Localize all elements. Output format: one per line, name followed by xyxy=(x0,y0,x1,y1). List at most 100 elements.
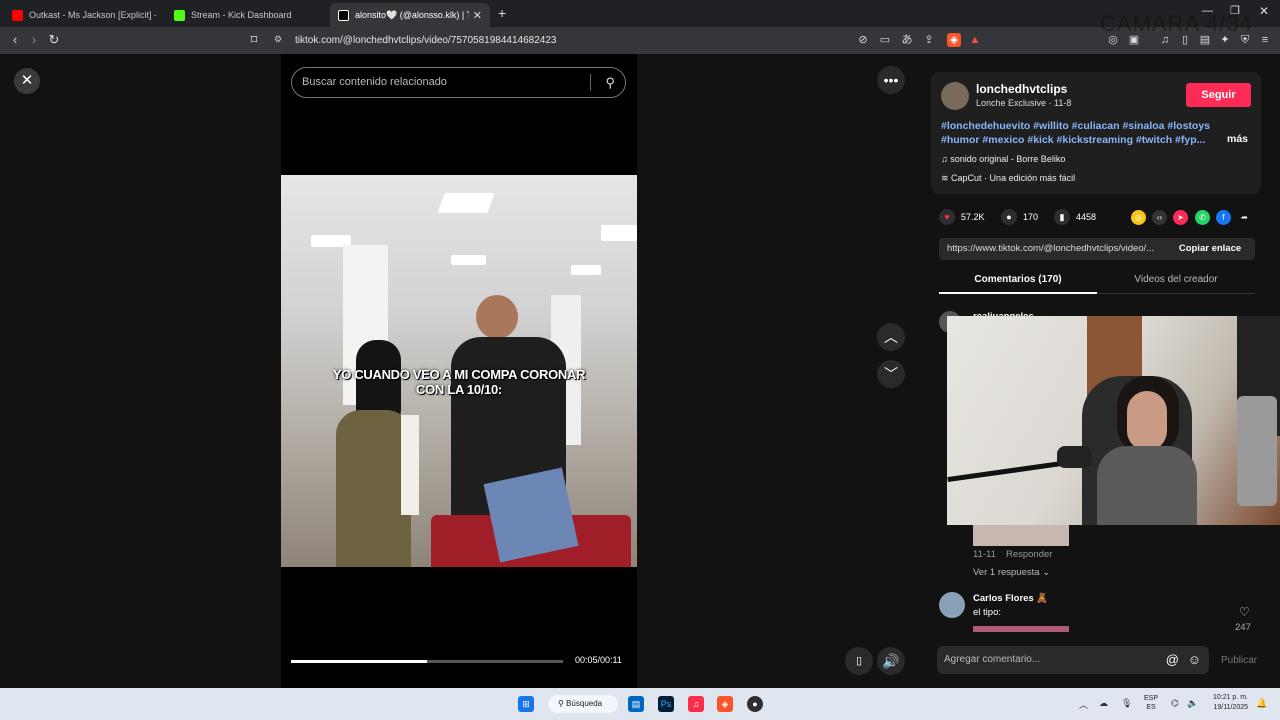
music-note-icon: ♫ xyxy=(941,154,951,164)
clock-time: 10:21 p. m. xyxy=(1212,694,1248,701)
clock[interactable]: 10:21 p. m. 19/11/2025 xyxy=(1204,693,1248,713)
cloud-icon[interactable]: ☁ xyxy=(1099,698,1108,709)
stream-overlay-label: CAMARA 4/34 xyxy=(1100,11,1253,36)
share-arrow-icon[interactable]: ➦ xyxy=(1237,210,1252,225)
chevron-up-icon[interactable]: ︿ xyxy=(1079,698,1088,711)
heart-outline-icon[interactable]: ♡ xyxy=(1239,605,1250,619)
forward-icon[interactable]: › xyxy=(26,32,42,48)
menu-icon[interactable]: ≡ xyxy=(1258,33,1272,47)
video-caption: YO CUANDO VEO A MI COMPA CORONAR CON LA … xyxy=(332,367,586,397)
comment-button[interactable]: ● 170 xyxy=(1001,209,1038,225)
kick-icon xyxy=(174,9,185,21)
reply-button[interactable]: Responder xyxy=(1006,549,1052,560)
browser-tab[interactable]: Stream - Kick Dashboard xyxy=(166,3,326,27)
webcam-overlay xyxy=(947,316,1280,525)
language-code: ESP xyxy=(1144,695,1159,702)
send-icon[interactable]: ➤ xyxy=(1173,210,1188,225)
comment-icon: ● xyxy=(1001,209,1017,225)
search-icon[interactable]: ⚲ xyxy=(605,68,615,97)
video-time: 00:05/00:11 xyxy=(575,655,622,665)
share-icon[interactable]: ⇪ xyxy=(922,33,936,47)
windows-start-icon[interactable]: ⊞ xyxy=(518,696,534,712)
comment-input[interactable]: Agregar comentario... @ ☺ xyxy=(937,646,1209,674)
mention-icon[interactable]: @ xyxy=(1166,646,1179,674)
comment-placeholder: Agregar comentario... xyxy=(944,654,1041,665)
brave-rewards-icon[interactable]: ▲ xyxy=(968,33,982,47)
youtube-icon xyxy=(12,9,23,21)
avatar[interactable] xyxy=(939,592,965,618)
tab-creator-videos[interactable]: Videos del creador xyxy=(1097,274,1255,285)
copy-link-button[interactable]: Copiar enlace xyxy=(1165,238,1255,260)
avatar[interactable] xyxy=(941,82,969,110)
close-tab-icon[interactable]: ✕ xyxy=(473,9,482,22)
copy-link-row: https://www.tiktok.com/@lonchedhvtclips/… xyxy=(939,238,1255,260)
clock-date: 19/11/2025 xyxy=(1213,704,1248,711)
progress-fill xyxy=(291,660,427,663)
chevron-down-icon[interactable]: ﹀ xyxy=(877,360,905,388)
see-replies-button[interactable]: Ver 1 respuesta ⌄ xyxy=(973,567,1050,578)
embed-icon[interactable]: ‹› xyxy=(1152,210,1167,225)
see-replies-label: Ver 1 respuesta xyxy=(973,567,1040,578)
taskbar-search[interactable]: ⚲ Búsqueda xyxy=(548,695,618,713)
keyboard-code: ES xyxy=(1146,704,1156,711)
obs-icon[interactable]: ● xyxy=(747,696,763,712)
like-button[interactable]: ♥ 57.2K xyxy=(939,209,985,225)
coin-icon[interactable]: ◎ xyxy=(1131,210,1146,225)
site-info-icon[interactable]: ⚙ xyxy=(274,34,282,45)
browser-tab-active[interactable]: alonsito🤍 (@alonsso.klk) | TikTok ✕ xyxy=(330,3,490,27)
creator-subtitle: Lonche Exclusive · 11-8 xyxy=(976,98,1072,108)
video-info-card: lonchedhvtclips Lonche Exclusive · 11-8 … xyxy=(931,72,1261,194)
save-count: 4458 xyxy=(1076,212,1097,222)
chevron-up-icon[interactable]: ︿ xyxy=(877,323,905,351)
more-button[interactable]: más xyxy=(1227,133,1248,145)
capcut-icon: ≋ xyxy=(941,173,952,183)
language-indicator[interactable]: ESP ES xyxy=(1144,694,1158,712)
video-hashtags[interactable]: #lonchedehuevito #willito #culiacan #sin… xyxy=(941,119,1219,147)
windows-taskbar: ⊞ ⚲ Búsqueda ▤ Ps ♫ ◈ ● ︿ ☁ 🎙 ESP ES ⌬ 🔈… xyxy=(0,688,1280,720)
video-link[interactable]: https://www.tiktok.com/@lonchedhvtclips/… xyxy=(947,243,1154,254)
music-app-icon[interactable]: ♫ xyxy=(688,696,704,712)
tracking-icon[interactable]: ⊘ xyxy=(856,33,870,47)
tab-comments[interactable]: Comentarios (170) xyxy=(939,274,1097,285)
save-button[interactable]: ▮ 4458 xyxy=(1054,209,1096,225)
photoshop-icon[interactable]: Ps xyxy=(658,696,674,712)
bookmark-icon[interactable]: ⌑ xyxy=(246,32,262,48)
comment-tabs: Comentarios (170) Videos del creador xyxy=(939,266,1255,294)
plus-icon[interactable]: + xyxy=(498,5,506,21)
more-options-icon[interactable]: ••• xyxy=(877,66,905,94)
cast-icon[interactable]: ▭ xyxy=(878,33,892,47)
comment-image[interactable] xyxy=(973,626,1069,632)
comment-author[interactable]: Carlos Flores 🧸 xyxy=(973,593,1048,604)
reload-icon[interactable]: ↻ xyxy=(46,32,62,48)
capcut-label: CapCut · Una edición más fácil xyxy=(951,173,1076,183)
speaker-icon[interactable]: 🔈 xyxy=(1187,698,1198,709)
comment-image[interactable] xyxy=(973,524,1069,546)
notification-icon[interactable]: 🔔 xyxy=(1256,698,1267,709)
follow-button[interactable]: Seguir xyxy=(1186,83,1251,107)
close-icon[interactable]: ✕ xyxy=(14,68,40,94)
browser-tab-strip: Outkast - Ms Jackson [Explicit] - YouTub… xyxy=(0,0,1280,27)
video-player[interactable]: Buscar contenido relacionado ⚲ YO CUANDO… xyxy=(281,54,637,688)
search-input[interactable]: Buscar contenido relacionado ⚲ xyxy=(291,67,626,98)
file-manager-icon[interactable]: ▤ xyxy=(628,696,644,712)
facebook-icon[interactable]: f xyxy=(1216,210,1231,225)
progress-bar[interactable] xyxy=(291,660,563,663)
window-close-icon[interactable]: ✕ xyxy=(1259,4,1269,18)
emoji-icon[interactable]: ☺ xyxy=(1188,646,1201,674)
sound-row[interactable]: ♫ sonido original - Borre Beliko xyxy=(941,154,1065,164)
back-icon[interactable]: ‹ xyxy=(7,32,23,48)
volume-icon[interactable]: 🔊 xyxy=(877,647,905,675)
brave-browser-icon[interactable]: ◈ xyxy=(717,696,733,712)
search-placeholder: Buscar contenido relacionado xyxy=(302,76,447,88)
brave-shield-icon[interactable]: ◈ xyxy=(947,33,961,47)
microphone-icon[interactable]: 🎙 xyxy=(1121,698,1132,709)
action-bar: ♥ 57.2K ● 170 ▮ 4458 ◎ ‹› ➤ ✆ f ➦ xyxy=(939,209,1259,229)
whatsapp-icon[interactable]: ✆ xyxy=(1195,210,1210,225)
browser-tab[interactable]: Outkast - Ms Jackson [Explicit] - YouTub… xyxy=(4,3,164,27)
capcut-row[interactable]: ≋ CapCut · Una edición más fácil xyxy=(941,173,1075,184)
network-icon[interactable]: ⌬ xyxy=(1171,698,1179,709)
translate-icon[interactable]: あ xyxy=(900,33,914,47)
creator-username[interactable]: lonchedhvtclips xyxy=(976,82,1067,96)
floating-player-icon[interactable]: ▯ xyxy=(845,647,873,675)
post-button[interactable]: Publicar xyxy=(1221,655,1257,666)
